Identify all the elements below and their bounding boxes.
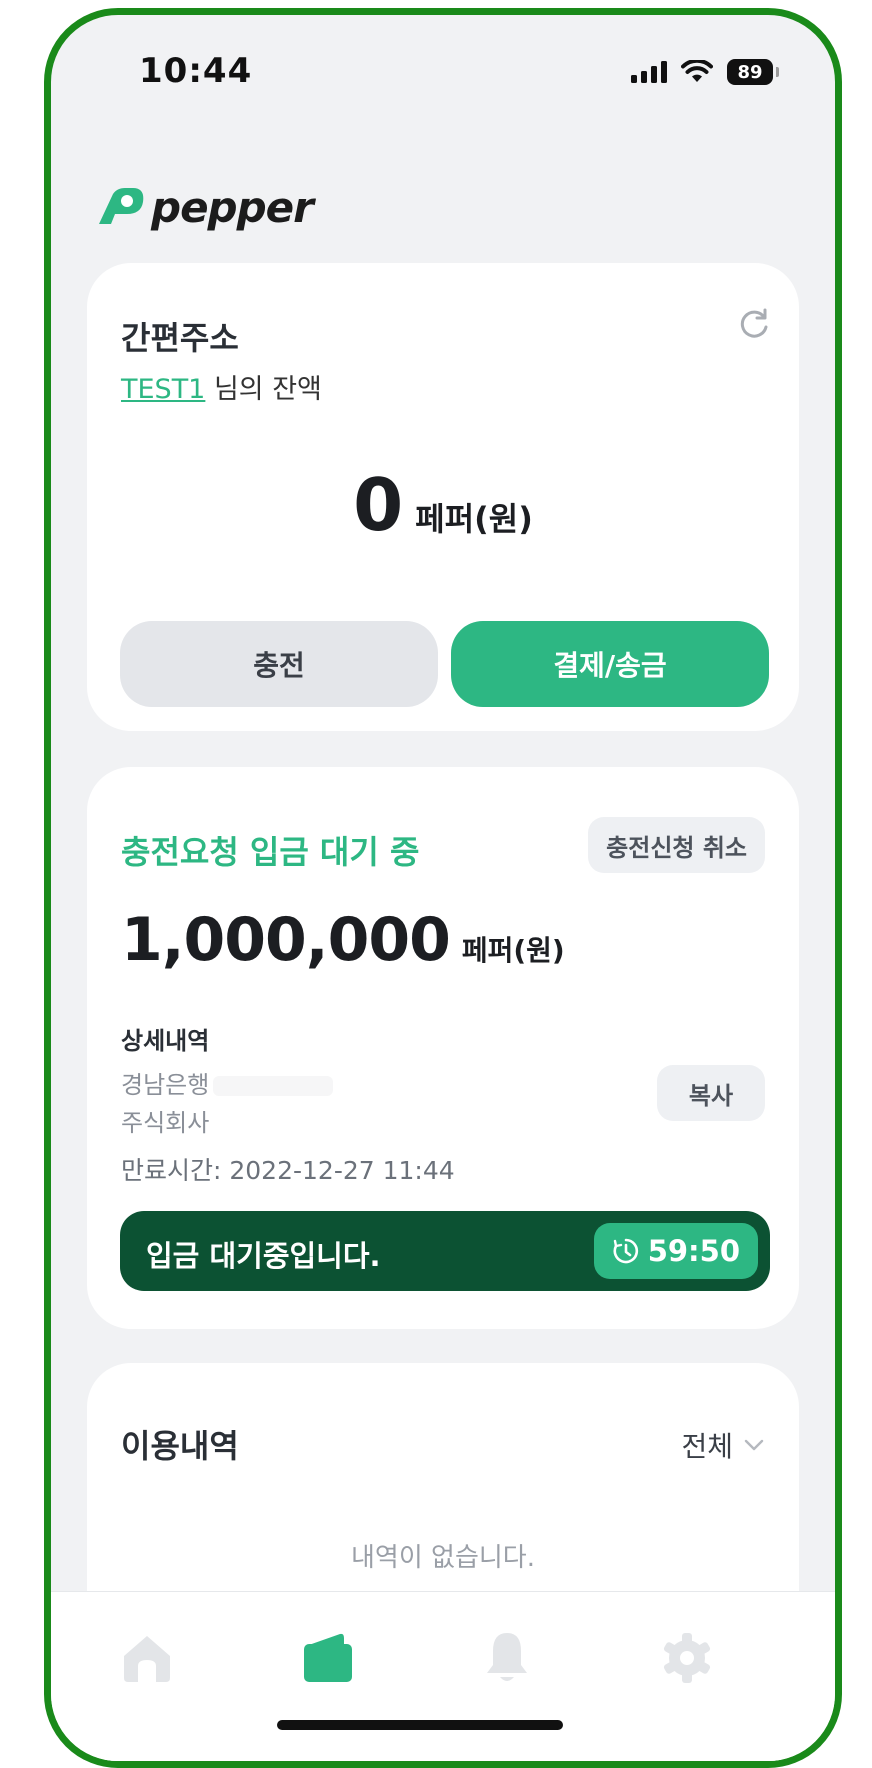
waiting-banner: 입금 대기중입니다. 59:50: [120, 1211, 770, 1291]
pending-amount-row: 1,000,000 페퍼(원): [121, 905, 565, 975]
tab-wallet[interactable]: [295, 1626, 359, 1690]
detail-holder: 주식회사: [121, 1103, 209, 1138]
pending-title: 충전요청 입금 대기 중: [121, 833, 420, 871]
history-empty-message: 내역이 없습니다.: [351, 1543, 535, 1573]
expiry-time: 만료시간: 2022-12-27 11:44: [121, 1156, 455, 1185]
app-logo: pepper: [93, 183, 314, 232]
logo-wordmark: pepper: [151, 183, 314, 232]
wallet-icon: [304, 1633, 352, 1682]
cancel-charge-button[interactable]: 충전신청 취소: [588, 817, 765, 873]
balance-card: 간편주소 TEST1 님의 잔액 0 페퍼(원) 충전 결제/송금: [87, 263, 799, 731]
balance-card-title: 간편주소: [121, 319, 239, 357]
status-bar: 10:44 89: [51, 15, 835, 135]
wifi-icon: [681, 60, 713, 82]
timer-value: 59:50: [647, 1234, 740, 1268]
tab-settings[interactable]: [655, 1626, 719, 1690]
tab-notifications[interactable]: [475, 1626, 539, 1690]
bottom-tab-bar: [51, 1591, 835, 1761]
charge-button[interactable]: 충전: [120, 621, 438, 707]
pending-unit: 페퍼(원): [461, 934, 565, 967]
balance-amount: 0: [353, 463, 404, 547]
balance-row: 0 페퍼(원): [87, 463, 799, 547]
balance-owner: TEST1 님의 잔액: [121, 367, 322, 406]
redacted-account: [213, 1076, 334, 1096]
status-time: 10:44: [139, 51, 253, 91]
pending-amount: 1,000,000: [121, 905, 451, 975]
pepper-logo-icon: [99, 187, 144, 224]
status-icons: 89: [631, 59, 779, 85]
detail-bank: 경남은행: [121, 1065, 334, 1100]
timer-icon: [613, 1238, 638, 1264]
filter-label: 전체: [681, 1430, 733, 1463]
bell-icon: [487, 1633, 527, 1681]
home-indicator: [277, 1720, 563, 1730]
owner-name-link[interactable]: TEST1: [121, 374, 205, 405]
account-holder: 주식회사: [121, 1109, 210, 1137]
balance-unit: 페퍼(원): [415, 500, 533, 538]
gear-icon: [663, 1633, 711, 1683]
owner-suffix: 님의 잔액: [205, 374, 322, 405]
history-filter-dropdown[interactable]: 전체: [681, 1425, 765, 1465]
history-title: 이용내역: [121, 1427, 239, 1465]
battery-indicator: 89: [727, 59, 779, 85]
refresh-button[interactable]: [737, 307, 771, 345]
waiting-text: 입금 대기중입니다.: [146, 1239, 381, 1273]
pending-charge-card: 충전요청 입금 대기 중 충전신청 취소 1,000,000 페퍼(원) 상세내…: [87, 767, 799, 1329]
signal-icon: [631, 61, 667, 83]
phone-frame: 10:44 89 pepper 간편주소 TEST1 님의 잔액 0 페퍼(원)…: [44, 8, 842, 1768]
battery-level: 89: [737, 61, 763, 83]
copy-button[interactable]: 복사: [657, 1065, 765, 1121]
home-icon: [124, 1636, 170, 1682]
bank-name: 경남은행: [121, 1071, 210, 1099]
detail-heading: 상세내역: [121, 1027, 210, 1055]
chevron-down-icon: [744, 1439, 764, 1451]
tab-home[interactable]: [115, 1626, 179, 1690]
refresh-icon: [740, 308, 768, 338]
pay-transfer-button[interactable]: 결제/송금: [451, 621, 769, 707]
countdown-timer: 59:50: [593, 1223, 758, 1279]
